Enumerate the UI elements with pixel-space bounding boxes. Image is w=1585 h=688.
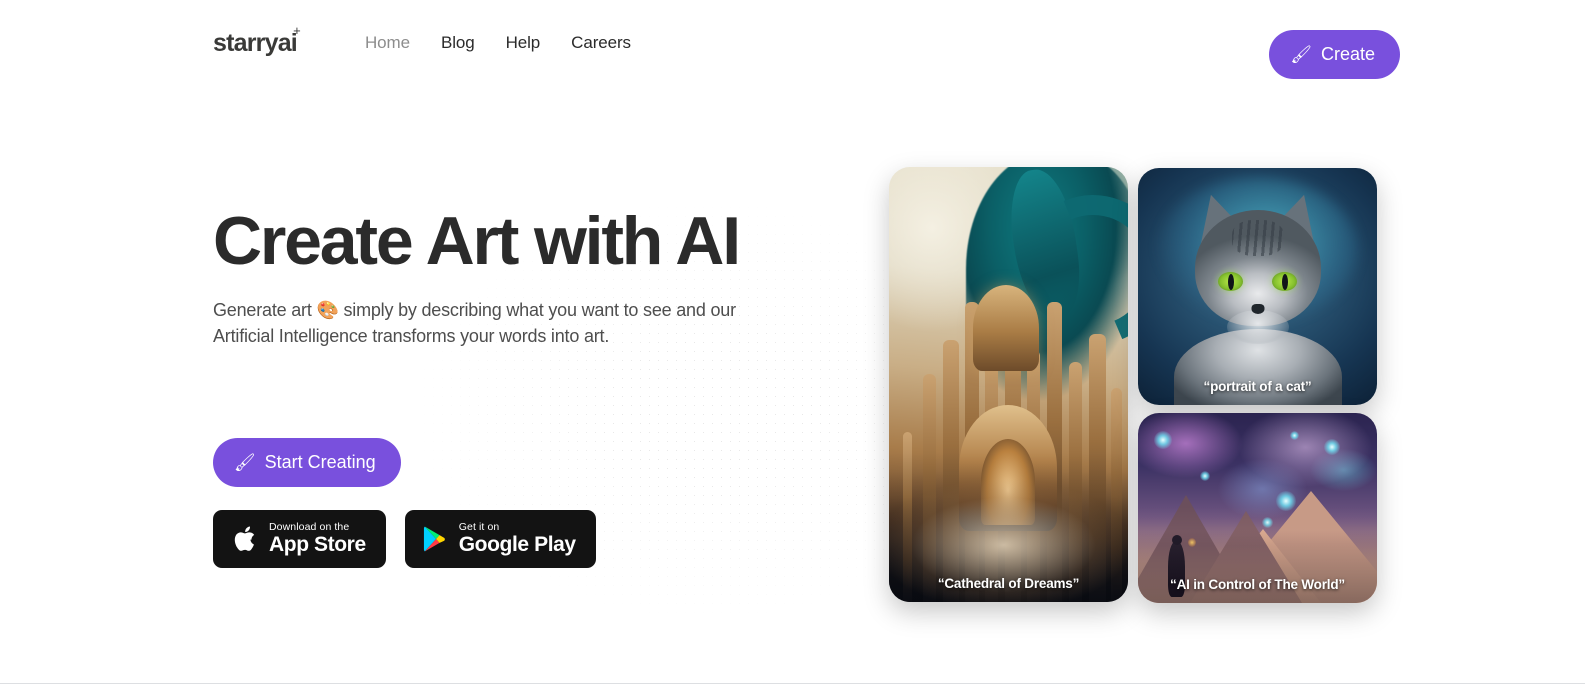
sparkle-icon: +: [293, 23, 301, 38]
nav-item-blog[interactable]: Blog: [441, 33, 475, 53]
apple-icon: [234, 526, 255, 551]
cat-pupil-left: [1227, 273, 1234, 290]
page-title: Create Art with AI: [213, 203, 741, 279]
google-play-small-label: Get it on: [458, 520, 500, 533]
start-creating-label: Start Creating: [264, 452, 376, 472]
cathedral-dome: [973, 285, 1039, 371]
google-play-text: Get it on Google Play: [459, 522, 576, 557]
start-creating-button[interactable]: 🖌 Start Creating: [213, 438, 401, 487]
app-store-badges: Download on the App Store Get it on Goog…: [213, 510, 596, 568]
app-store-text: Download on the App Store: [269, 522, 366, 557]
google-play-badge[interactable]: Get it on Google Play: [404, 510, 596, 568]
app-store-badge[interactable]: Download on the App Store: [213, 510, 386, 568]
app-store-big-label: App Store: [269, 533, 366, 557]
paintbrush-icon: 🖌: [234, 453, 256, 472]
art-card-caption: “portrait of a cat”: [1203, 379, 1312, 394]
nav-item-careers[interactable]: Careers: [571, 33, 631, 53]
art-card-caption: “AI in Control of The World”: [1170, 577, 1345, 592]
sample-art-gallery: “Cathedral of Dreams” “portrait of a cat…: [889, 167, 1379, 603]
cat-eye-left: [1218, 272, 1243, 291]
hero-section: Create Art with AI Generate art 🎨 simply…: [213, 203, 833, 568]
google-play-icon: [423, 526, 445, 552]
nav-item-help[interactable]: Help: [506, 33, 541, 53]
art-card-cosmos[interactable]: “AI in Control of The World”: [1138, 413, 1377, 603]
site-logo-text: starryai: [213, 29, 298, 57]
app-store-small-label: Download on the: [269, 520, 350, 533]
cat-nose: [1251, 304, 1264, 314]
main-navigation: Home Blog Help Careers: [365, 33, 631, 53]
create-button-label: Create: [1320, 44, 1375, 64]
art-card-cat[interactable]: “portrait of a cat”: [1138, 168, 1377, 405]
paintbrush-icon: 🖌: [1290, 45, 1312, 64]
nav-item-home[interactable]: Home: [365, 33, 410, 53]
cat-eye-right: [1272, 272, 1297, 291]
cat-muzzle: [1226, 310, 1289, 344]
site-logo[interactable]: starryai +: [213, 24, 301, 57]
cat-forehead-stripes: [1231, 220, 1284, 256]
cosmos-vignette: [1138, 413, 1377, 603]
google-play-big-label: Google Play: [458, 533, 576, 557]
cat-pupil-right: [1281, 273, 1288, 290]
starryai-landing-page: starryai + Home Blog Help Careers 🖌 Crea…: [0, 0, 1585, 688]
hero-subtitle: Generate art 🎨 simply by describing what…: [213, 300, 736, 346]
art-card-caption: “Cathedral of Dreams”: [937, 576, 1080, 591]
footer-divider: [0, 683, 1585, 684]
site-header: starryai + Home Blog Help Careers 🖌 Crea…: [0, 0, 1585, 108]
art-card-cathedral[interactable]: “Cathedral of Dreams”: [889, 167, 1128, 602]
create-button[interactable]: 🖌 Create: [1269, 30, 1400, 79]
